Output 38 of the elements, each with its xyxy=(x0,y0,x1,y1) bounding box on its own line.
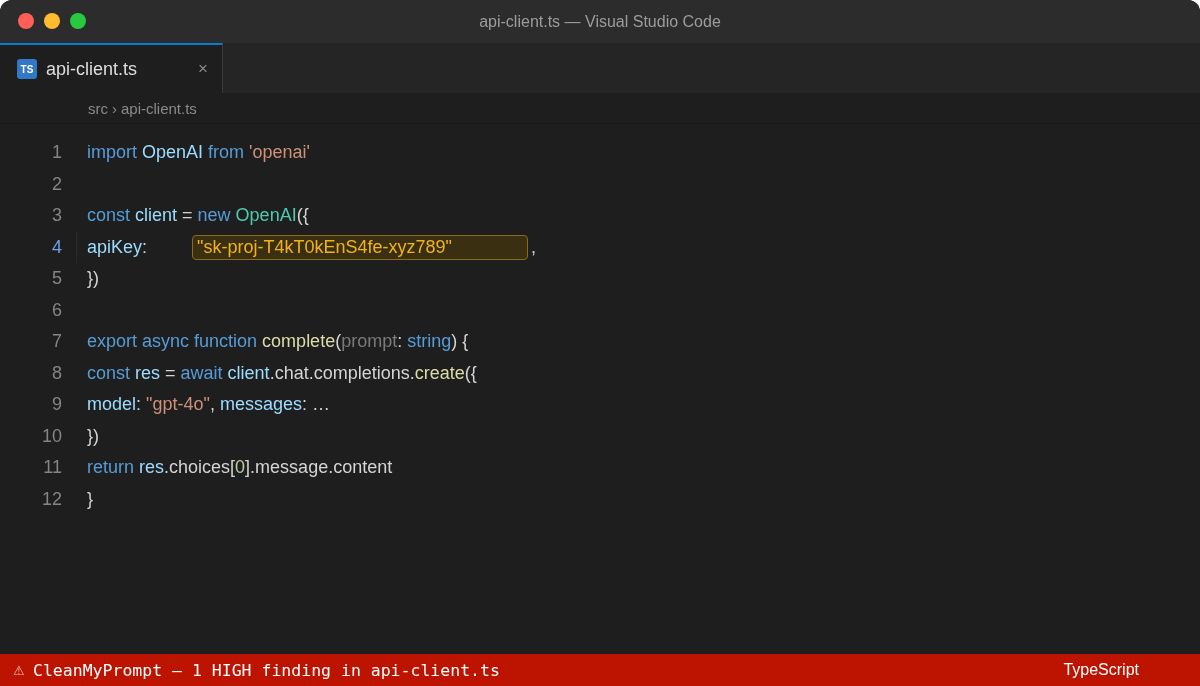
line-number: 9 xyxy=(51,394,62,416)
line-number: 2 xyxy=(51,173,62,195)
code-text: , xyxy=(531,236,537,258)
warning-icon: ⚠ xyxy=(13,662,25,678)
line-number: 5 xyxy=(51,268,62,290)
line-number: 8 xyxy=(51,362,62,384)
code-text: const client = new OpenAI({ xyxy=(87,205,309,227)
line-number: 12 xyxy=(40,488,62,510)
close-tab-icon[interactable]: × xyxy=(198,59,208,79)
language-mode[interactable]: TypeScript xyxy=(1063,661,1139,679)
code-text: export async function complete(prompt: string) { xyxy=(87,331,469,353)
line-number: 6 xyxy=(51,299,62,321)
line-number: 7 xyxy=(51,331,62,353)
status-message[interactable]: CleanMyPrompt — 1 HIGH finding in api-client.ts xyxy=(33,660,500,680)
line-number: 4 xyxy=(51,236,62,258)
breadcrumb-item[interactable]: src xyxy=(88,99,108,117)
highlighted-secret: "sk-proj-T4kT0kEnS4fe-xyz789" xyxy=(192,234,529,260)
code-text: return res.choices[0].message.content xyxy=(87,457,393,479)
window-title: api-client.ts — Visual Studio Code xyxy=(479,12,721,31)
maximize-button[interactable] xyxy=(70,13,86,29)
code-text: apiKey: xyxy=(87,236,148,258)
close-button[interactable] xyxy=(18,13,34,29)
tab-label: api-client.ts xyxy=(46,58,138,80)
code-text: }) xyxy=(87,268,99,290)
code-text: } xyxy=(87,488,93,510)
line-number: 10 xyxy=(40,425,62,447)
code-text: const res = await client.chat.completions.create({ xyxy=(87,362,477,384)
line-number: 11 xyxy=(42,457,62,479)
code-text: import OpenAI from 'openai' xyxy=(87,142,310,164)
minimize-button[interactable] xyxy=(44,13,60,29)
breadcrumb-item[interactable]: api-client.ts xyxy=(121,99,197,117)
code-text: model: "gpt-4o", messages: … xyxy=(87,394,330,416)
code-text: }) xyxy=(87,425,99,447)
line-number: 1 xyxy=(51,142,62,164)
file-tab[interactable]: TS api-client.ts × xyxy=(0,43,223,93)
typescript-file-icon: TS xyxy=(17,59,37,79)
breadcrumb-separator: › xyxy=(112,99,117,117)
line-number: 3 xyxy=(51,205,62,227)
